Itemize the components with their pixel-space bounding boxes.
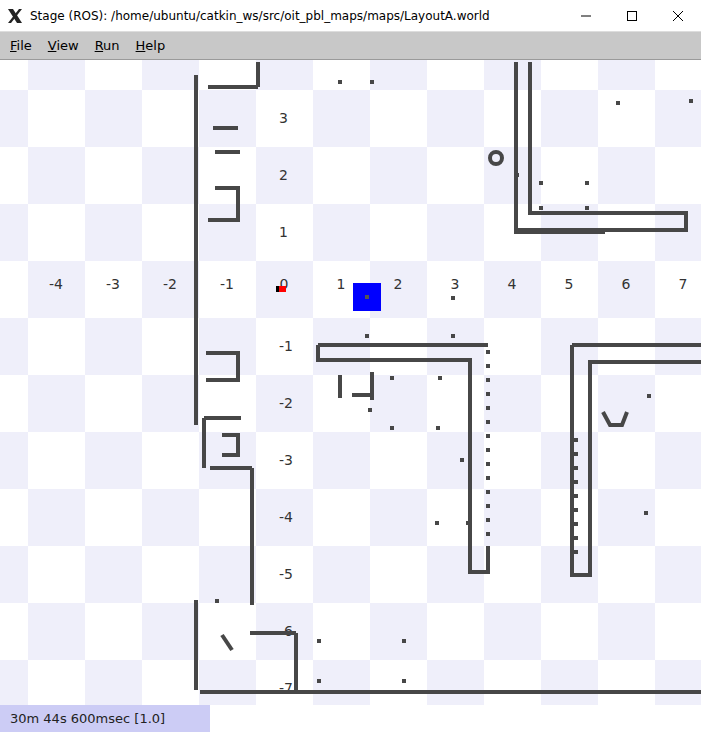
close-icon (672, 10, 684, 22)
close-button[interactable] (655, 0, 701, 32)
x-tick-label: -4 (49, 276, 63, 292)
y-tick-label: -2 (279, 395, 293, 411)
y-tick-label: 1 (279, 224, 288, 240)
red-robot[interactable] (276, 286, 286, 292)
x-tick-label: 2 (394, 276, 403, 292)
title-bar: Stage (ROS): /home/ubuntu/catkin_ws/src/… (0, 0, 701, 32)
walls (196, 62, 701, 692)
obstacle-dots (215, 80, 693, 683)
y-tick-label: -1 (279, 338, 293, 354)
minimize-icon (580, 10, 592, 22)
x11-logo-icon (6, 7, 24, 25)
x-tick-label: -1 (220, 276, 234, 292)
floor-grid (0, 60, 701, 705)
status-bar: 30m 44s 600msec [1.0] (0, 705, 701, 732)
x-tick-label: 4 (508, 276, 517, 292)
sim-time: 30m 44s 600msec [1.0] (0, 705, 210, 732)
x-tick-label: 6 (622, 276, 631, 292)
blue-robot[interactable] (353, 283, 381, 311)
x-tick-label: -2 (163, 276, 177, 292)
menu-bar: FileViewRunHelp (0, 32, 701, 60)
maximize-icon (626, 10, 638, 22)
y-tick-label: 3 (279, 110, 288, 126)
x-tick-label: 3 (451, 276, 460, 292)
minimize-button[interactable] (563, 0, 609, 32)
x-tick-label: -3 (106, 276, 120, 292)
y-tick-label: 2 (279, 167, 288, 183)
stage-window: Stage (ROS): /home/ubuntu/catkin_ws/src/… (0, 0, 701, 732)
menu-item[interactable]: File (4, 36, 38, 55)
maximize-button[interactable] (609, 0, 655, 32)
window-title: Stage (ROS): /home/ubuntu/catkin_ws/src/… (30, 9, 557, 23)
menu-item[interactable]: Help (130, 36, 172, 55)
y-tick-label: -4 (279, 509, 293, 525)
y-tick-label: -5 (279, 566, 293, 582)
x-tick-label: 7 (679, 276, 688, 292)
menu-item[interactable]: View (42, 36, 85, 55)
x-tick-label: 0 (280, 276, 289, 292)
x-tick-label: 1 (337, 276, 346, 292)
world-canvas[interactable]: -4-3-2-101234567321-1-2-3-4-5-6-7 (0, 60, 701, 705)
menu-item[interactable]: Run (89, 36, 126, 55)
x-tick-label: 5 (565, 276, 574, 292)
y-tick-label: -3 (279, 452, 293, 468)
